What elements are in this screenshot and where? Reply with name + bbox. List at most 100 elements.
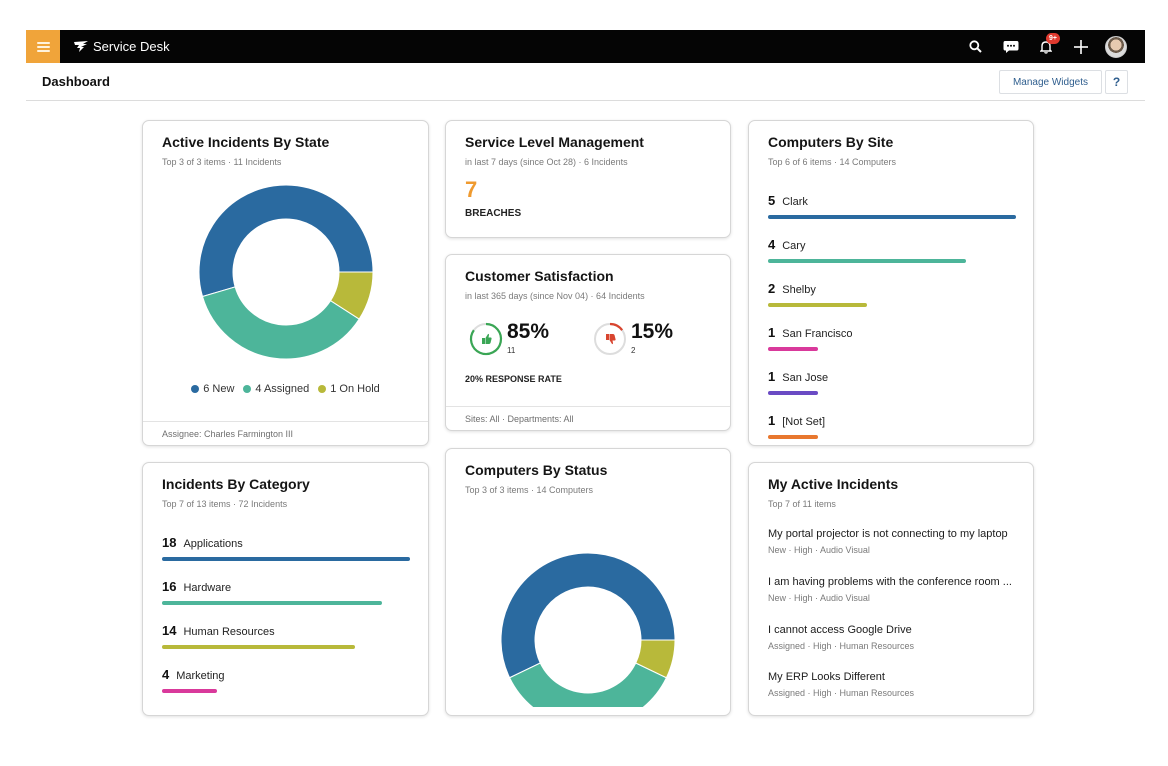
legend-dot: [318, 385, 327, 393]
widget-subtitle: in last 365 days (since Nov 04) · 64 Inc…: [465, 291, 645, 301]
bar-row-shelby[interactable]: 2 Shelby: [768, 281, 1014, 325]
incident-title: My portal projector is not connecting to…: [768, 528, 1008, 540]
bar-row-hardware[interactable]: 16 Hardware: [162, 579, 409, 623]
top-navigation-bar: Service Desk 9+: [26, 30, 1145, 63]
widget-title: Customer Satisfaction: [465, 268, 614, 284]
bar: [162, 689, 218, 693]
widget-subtitle: Top 3 of 3 items · 11 Incidents: [162, 157, 282, 167]
breaches-label: BREACHES: [465, 208, 522, 219]
notifications-button[interactable]: 9+: [1028, 30, 1063, 63]
thumbs-up-ring-icon: [469, 322, 503, 356]
positive-count: 11: [507, 346, 516, 355]
bar-value: 4: [162, 667, 170, 682]
negative-count: 2: [631, 346, 636, 355]
widget-title: Active Incidents By State: [162, 134, 330, 150]
legend-item-assigned[interactable]: 4 Assigned: [243, 383, 309, 395]
widget-customer-satisfaction[interactable]: Customer Satisfaction in last 365 days (…: [445, 254, 731, 431]
app-brand[interactable]: Service Desk: [74, 39, 170, 54]
search-icon: [969, 40, 982, 53]
bar-label-line: 2 Shelby: [768, 281, 1014, 296]
thumbs-down-ring-icon: [594, 322, 626, 355]
incident-item[interactable]: I cannot access Google Drive Assigned · …: [768, 624, 914, 651]
plus-icon: [1073, 39, 1088, 54]
bar-row-human-resources[interactable]: 14 Human Resources: [162, 623, 409, 667]
incident-meta: New · High · Audio Visual: [768, 593, 870, 603]
legend-label: 4 Assigned: [255, 383, 310, 395]
incident-title: My ERP Looks Different: [768, 671, 885, 683]
user-menu-button[interactable]: [1098, 30, 1133, 63]
bar-row-san-francisco[interactable]: 1 San Francisco: [768, 325, 1014, 369]
bar-row-marketing[interactable]: 4 Marketing: [162, 667, 409, 711]
bar-row-san-jose[interactable]: 1 San Jose: [768, 369, 1014, 413]
widget-title: Computers By Site: [768, 134, 894, 150]
widget-computers-by-site[interactable]: Computers By Site Top 6 of 6 items · 14 …: [748, 120, 1034, 446]
response-rate: 20% RESPONSE RATE: [465, 374, 562, 384]
bar-label: Cary: [782, 240, 806, 252]
bar: [162, 601, 383, 605]
add-button[interactable]: [1063, 30, 1098, 63]
page-title: Dashboard: [42, 74, 110, 89]
search-button[interactable]: [958, 30, 993, 63]
bar-row-clark[interactable]: 5 Clark: [768, 193, 1016, 237]
incident-meta: Assigned · High · Human Resources: [768, 641, 915, 651]
incident-item[interactable]: I am having problems with the conference…: [768, 576, 1012, 603]
widget-active-incidents-by-state[interactable]: Active Incidents By State Top 3 of 3 ite…: [142, 120, 429, 446]
bar: [768, 215, 1016, 219]
bar-row-cary[interactable]: 4 Cary: [768, 237, 1014, 281]
donut-chart-computers-by-status: [500, 552, 676, 707]
incident-item[interactable]: My ERP Looks Different Assigned · High ·…: [768, 671, 914, 698]
bar-label: San Jose: [782, 372, 829, 384]
bar: [768, 391, 818, 395]
bar-value: 14: [162, 623, 177, 638]
bar-row-applications[interactable]: 18 Applications: [162, 535, 410, 579]
incident-item[interactable]: My portal projector is not connecting to…: [768, 528, 1008, 555]
widget-subtitle: Top 3 of 3 items · 14 Computers: [465, 485, 594, 495]
incident-title: I cannot access Google Drive: [768, 624, 912, 636]
incident-meta: New · High · Audio Visual: [768, 545, 870, 555]
widget-title: Service Level Management: [465, 134, 644, 150]
help-button[interactable]: ?: [1105, 70, 1128, 94]
breaches-count: 7: [465, 177, 478, 202]
widget-subtitle: Top 6 of 6 items · 14 Computers: [768, 157, 897, 167]
bar-label: Clark: [782, 196, 808, 208]
bar: [162, 645, 355, 649]
bar-label-line: 1 San Jose: [768, 369, 1014, 384]
bar-label: Applications: [183, 538, 243, 550]
bar-label: Marketing: [176, 670, 225, 682]
widget-computers-by-status[interactable]: Computers By Status Top 3 of 3 items · 1…: [445, 448, 731, 716]
manage-widgets-button[interactable]: Manage Widgets: [998, 70, 1102, 94]
positive-percent: 85%: [507, 320, 550, 343]
legend-label: 6 New: [203, 383, 235, 395]
bar-label-line: 14 Human Resources: [162, 623, 409, 638]
bar-label-line: 5 Clark: [768, 193, 1014, 208]
bar-row-not-set[interactable]: 1 [Not Set]: [768, 413, 1014, 457]
legend-item-new[interactable]: 6 New: [191, 383, 234, 395]
incident-title: I am having problems with the conference…: [768, 576, 1012, 588]
bar: [768, 259, 967, 263]
bar-label-line: 4 Cary: [768, 237, 1014, 252]
chat-icon: [1003, 40, 1018, 53]
widget-service-level-management[interactable]: Service Level Management in last 7 days …: [445, 120, 731, 238]
app-name: Service Desk: [93, 39, 170, 54]
widget-my-active-incidents[interactable]: My Active Incidents Top 7 of 11 items My…: [748, 462, 1034, 716]
chat-button[interactable]: [993, 30, 1028, 63]
thumbs-down-icon: [606, 334, 616, 345]
page-header: Dashboard Manage Widgets ?: [26, 63, 1145, 101]
legend-item-on-hold[interactable]: 1 On Hold: [318, 383, 380, 395]
bar-value: 1: [768, 369, 776, 384]
bar-list: 5 Clark 4 Cary 2 Shelby 1 San Francisco 1 San Jos…: [768, 193, 1016, 457]
bar-label: San Francisco: [782, 328, 853, 340]
bar-label-line: 1 San Francisco: [768, 325, 1014, 340]
legend-dot: [191, 385, 200, 393]
donut-slice-status-2[interactable]: [508, 662, 668, 707]
menu-button[interactable]: [26, 30, 60, 63]
bar: [768, 303, 868, 307]
bar-value: 1: [768, 325, 776, 340]
bar: [768, 347, 818, 351]
hamburger-icon: [36, 41, 50, 52]
widget-incidents-by-category[interactable]: Incidents By Category Top 7 of 13 items …: [142, 462, 429, 716]
bar-value: 4: [768, 237, 776, 252]
negative-percent: 15%: [631, 320, 674, 343]
bar-label-line: 4 Marketing: [162, 667, 409, 682]
widget-subtitle: Top 7 of 11 items: [768, 499, 836, 509]
